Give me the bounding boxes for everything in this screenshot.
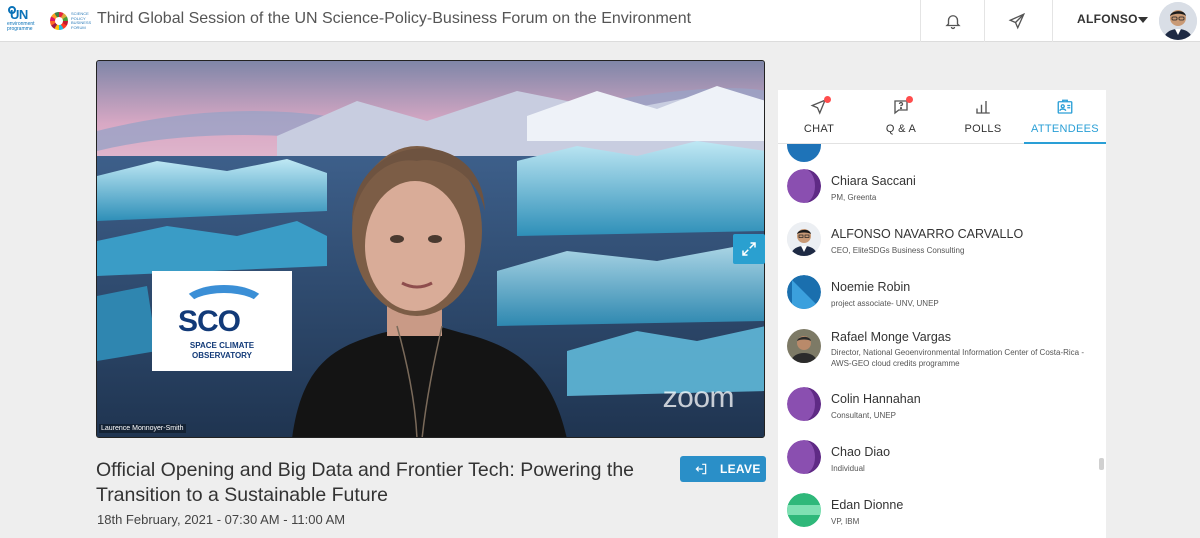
user-name: ALFONSO	[1077, 12, 1138, 26]
list-item[interactable]: Chao Diao Individual	[778, 433, 1098, 485]
spbf-logo: SCIENCE POLICY BUSINESS FORUM	[50, 8, 92, 34]
un-logo-subtitle: environment programme	[7, 21, 35, 32]
tab-qa-label: Q & A	[885, 123, 917, 135]
attendees-icon	[1057, 99, 1073, 114]
paper-plane-icon	[1008, 12, 1025, 30]
exit-icon	[695, 463, 707, 475]
avatar	[787, 222, 821, 256]
tab-attendees[interactable]: ATTENDEES	[1024, 90, 1106, 144]
attendee-name: Chiara Saccani	[831, 174, 916, 188]
avatar	[787, 329, 821, 363]
tab-attendees-label: ATTENDEES	[1031, 123, 1099, 135]
tab-polls-label: POLLS	[964, 123, 1002, 135]
attendee-list-scrollbar[interactable]	[1099, 458, 1104, 470]
chevron-down-icon	[1138, 17, 1148, 23]
session-date: 18th February, 2021 - 07:30 AM - 11:00 A…	[97, 512, 346, 527]
attendee-name: Noemie Robin	[831, 280, 911, 294]
list-item[interactable]: Edan Dionne VP, IBM	[778, 486, 1098, 538]
list-item[interactable]: Colin Hannahan Consultant, UNEP	[778, 380, 1098, 432]
attendee-name: ALFONSO NAVARRO CARVALLO	[831, 227, 1024, 241]
tab-qa[interactable]: Q & A	[860, 90, 942, 144]
attendee-role: Consultant, UNEP	[831, 411, 896, 420]
notifications-button[interactable]	[920, 0, 984, 42]
avatar	[787, 387, 821, 421]
attendee-role: project associate- UNV, UNEP	[831, 299, 939, 308]
side-panel: CHAT Q & A POLLS ATTENDEES Chiara Saccan…	[778, 90, 1106, 538]
sco-logo: SCO SPACE CLIMATE OBSERVATORY	[152, 271, 292, 371]
expand-video-button[interactable]	[733, 234, 765, 264]
attendee-role: CEO, EliteSDGs Business Consulting	[831, 246, 965, 255]
sco-logo-line1: SPACE CLIMATE	[189, 341, 255, 350]
list-item[interactable]: Chiara Saccani PM, Greenta	[778, 162, 1098, 214]
top-bar: UN environment programme SCIENCE POLICY …	[0, 0, 1200, 42]
attendee-role: Director, National Geoenvironmental Info…	[831, 348, 1084, 368]
tab-chat-label: CHAT	[803, 123, 835, 135]
session-title: Official Opening and Big Data and Fronti…	[96, 459, 635, 506]
bar-chart-icon	[976, 101, 990, 114]
video-player[interactable]: SCO SPACE CLIMATE OBSERVATORY zoom Laure…	[96, 60, 765, 438]
avatar	[787, 493, 821, 527]
speaker-name: Laurence Monnoyer-Smith	[99, 424, 186, 433]
avatar	[787, 440, 821, 474]
tab-polls[interactable]: POLLS	[942, 90, 1024, 144]
sco-logo-text: SCO	[178, 305, 241, 338]
list-item[interactable]: Rafael Monge Vargas Director, National G…	[778, 320, 1098, 380]
avatar	[787, 169, 821, 203]
sco-logo-line2: OBSERVATORY	[191, 351, 252, 360]
attendee-role: PM, Greenta	[831, 193, 877, 202]
attendee-name: Edan Dionne	[831, 498, 904, 512]
spbf-logo-text: SCIENCE POLICY BUSINESS FORUM	[71, 11, 92, 30]
un-environment-logo: UN environment programme	[7, 6, 39, 36]
list-item[interactable]: Noemie Robin project associate- UNV, UNE…	[778, 268, 1098, 320]
zoom-watermark: zoom	[662, 381, 735, 414]
user-menu[interactable]: ALFONSO	[1052, 0, 1200, 42]
attendee-name: Chao Diao	[831, 445, 891, 459]
panel-tabs: CHAT Q & A POLLS ATTENDEES	[778, 90, 1106, 144]
avatar	[1159, 2, 1197, 40]
attendee-name: Colin Hannahan	[831, 392, 921, 406]
leave-button[interactable]: LEAVE	[680, 456, 766, 482]
qa-notification-dot	[906, 96, 913, 103]
event-title: Third Global Session of the UN Science-P…	[97, 10, 692, 27]
leave-button-label: LEAVE	[720, 462, 761, 476]
attendee-role: Individual	[831, 464, 865, 473]
sdg-wheel-icon	[50, 12, 68, 30]
send-message-button[interactable]	[984, 0, 1048, 42]
avatar	[787, 275, 821, 309]
attendee-name: Rafael Monge Vargas	[831, 330, 951, 344]
tab-chat[interactable]: CHAT	[778, 90, 860, 144]
bell-icon	[944, 15, 961, 30]
expand-icon	[742, 242, 756, 256]
attendee-list: Chiara Saccani PM, Greenta ALFONSO NAVAR…	[778, 144, 1098, 538]
avatar	[787, 144, 821, 162]
attendee-role: VP, IBM	[831, 517, 860, 526]
chat-notification-dot	[824, 96, 831, 103]
list-item[interactable]: ALFONSO NAVARRO CARVALLO CEO, EliteSDGs …	[778, 215, 1098, 267]
